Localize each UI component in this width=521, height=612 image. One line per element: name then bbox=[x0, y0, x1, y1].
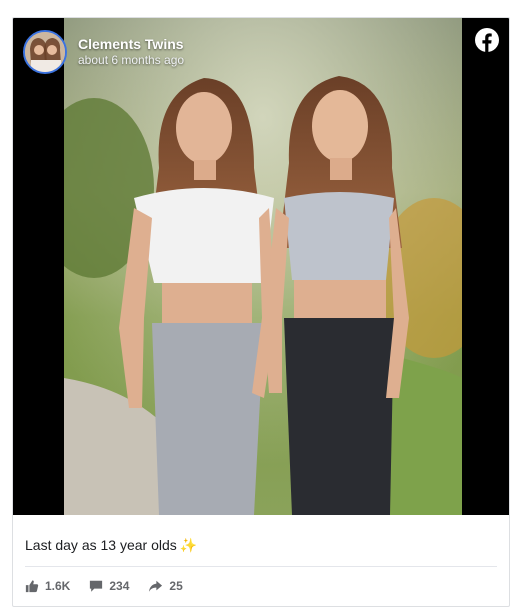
like-stat[interactable]: 1.6K bbox=[25, 579, 70, 593]
comment-bubble-icon bbox=[90, 580, 103, 592]
post-media[interactable]: Clements Twins about 6 months ago bbox=[13, 18, 509, 515]
divider bbox=[25, 566, 497, 567]
engagement-bar: 1.6K 234 25 bbox=[25, 579, 202, 593]
sparkles-emoji: ✨ bbox=[179, 537, 198, 553]
thumbs-up-icon bbox=[25, 580, 39, 593]
facebook-logo-icon[interactable] bbox=[475, 28, 499, 52]
comment-count: 234 bbox=[109, 579, 130, 593]
share-stat[interactable]: 25 bbox=[148, 579, 183, 593]
page-name-link[interactable]: Clements Twins bbox=[78, 36, 184, 53]
post-header: Clements Twins about 6 months ago bbox=[23, 27, 184, 77]
post-photo[interactable] bbox=[64, 18, 462, 515]
like-count: 1.6K bbox=[45, 579, 71, 593]
comment-stat[interactable]: 234 bbox=[89, 579, 129, 593]
caption-text: Last day as 13 year olds bbox=[25, 537, 177, 553]
share-count: 25 bbox=[169, 579, 183, 593]
avatar[interactable] bbox=[23, 30, 67, 74]
post-embed-card: Clements Twins about 6 months ago Last d… bbox=[12, 17, 510, 607]
post-caption: Last day as 13 year olds ✨ bbox=[25, 536, 197, 554]
post-meta: Clements Twins about 6 months ago bbox=[78, 36, 184, 68]
share-arrow-icon bbox=[149, 580, 163, 592]
post-timestamp[interactable]: about 6 months ago bbox=[78, 53, 184, 68]
